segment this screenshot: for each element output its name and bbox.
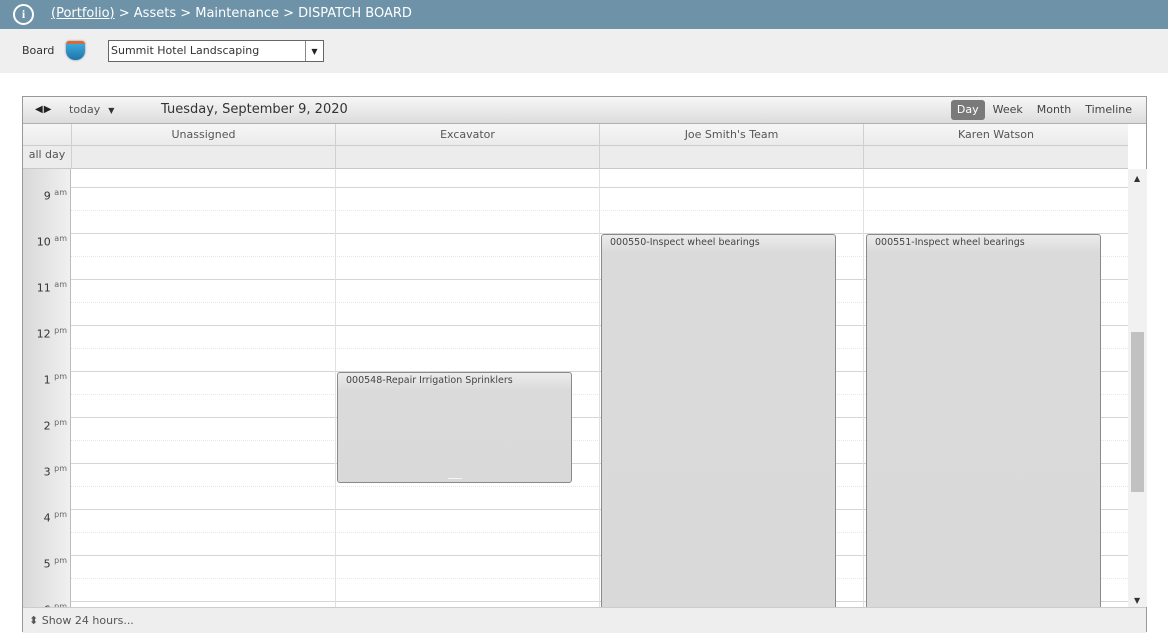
scroll-up-icon[interactable]: ▲ (1134, 174, 1140, 183)
view-day-button[interactable]: Day (950, 100, 985, 120)
caret-down-icon: ▼ (108, 106, 115, 115)
board-row: Board Summit Hotel Landscaping ▼ (0, 29, 1168, 73)
view-switcher: Day Week Month Timeline (949, 100, 1138, 120)
today-button[interactable]: today ▼ (69, 103, 114, 116)
event-000551[interactable]: 000551-Inspect wheel bearings (866, 234, 1101, 607)
view-week-button[interactable]: Week (987, 100, 1029, 120)
chevron-down-icon[interactable]: ▼ (305, 41, 323, 61)
vertical-scrollbar[interactable]: ▲ ▼ (1128, 169, 1147, 607)
nav-arrows: ◀▶ (35, 104, 52, 115)
column-divider (863, 169, 864, 607)
event-000550[interactable]: 000550-Inspect wheel bearings (601, 234, 836, 607)
info-icon[interactable]: i (13, 4, 34, 25)
date-title: Tuesday, September 9, 2020 (161, 102, 348, 117)
event-title: 000550-Inspect wheel bearings (610, 237, 760, 248)
resource-headers: Unassigned Excavator Joe Smith's Team Ka… (23, 124, 1128, 146)
all-day-cell[interactable] (599, 146, 863, 169)
next-arrow-icon[interactable]: ▶ (44, 104, 53, 115)
scrollbar-thumb[interactable] (1131, 332, 1144, 492)
view-timeline-button[interactable]: Timeline (1079, 100, 1138, 120)
board-label: Board (22, 44, 55, 57)
board-select-value: Summit Hotel Landscaping (111, 44, 260, 57)
time-grid[interactable]: 000548-Repair Irrigation Sprinklers 0005… (23, 169, 1128, 607)
dispatch-calendar: ◀▶ today ▼ Tuesday, September 9, 2020 Day… (22, 96, 1147, 633)
resource-header-excavator: Excavator (335, 124, 599, 146)
calendar-toolbar: ◀▶ today ▼ Tuesday, September 9, 2020 Day… (23, 97, 1146, 124)
column-divider (599, 169, 600, 607)
resource-header-karen-watson: Karen Watson (863, 124, 1128, 146)
shield-icon (66, 41, 85, 60)
resize-handle[interactable] (447, 478, 462, 479)
expand-vertical-icon: ⬍ (29, 614, 39, 627)
resource-header-joe-smiths-team: Joe Smith's Team (599, 124, 863, 146)
event-000548[interactable]: 000548-Repair Irrigation Sprinklers (337, 372, 572, 483)
all-day-cell[interactable] (71, 146, 335, 169)
prev-arrow-icon[interactable]: ◀ (35, 104, 44, 115)
today-label: today (69, 103, 101, 116)
calendar-footer: ⬍ Show 24 hours... (23, 607, 1146, 633)
show-24-hours-label: Show 24 hours... (41, 614, 134, 627)
breadcrumb-bar: i (Portfolio) > Assets > Maintenance > D… (0, 0, 1168, 29)
view-month-button[interactable]: Month (1031, 100, 1077, 120)
breadcrumb-portfolio-link[interactable]: (Portfolio) (51, 6, 115, 21)
show-24-hours-link[interactable]: ⬍ Show 24 hours... (29, 614, 134, 627)
column-divider (335, 169, 336, 607)
scroll-down-icon[interactable]: ▼ (1134, 596, 1140, 605)
resource-header-unassigned: Unassigned (71, 124, 335, 146)
board-select[interactable]: Summit Hotel Landscaping ▼ (108, 40, 324, 62)
event-title: 000548-Repair Irrigation Sprinklers (346, 375, 513, 386)
all-day-row: all day (23, 146, 1128, 169)
breadcrumb-path: > Assets > Maintenance > DISPATCH BOARD (114, 6, 412, 21)
event-title: 000551-Inspect wheel bearings (875, 237, 1025, 248)
all-day-cell[interactable] (863, 146, 1128, 169)
all-day-label: all day (28, 148, 66, 161)
all-day-cell[interactable] (335, 146, 599, 169)
breadcrumb: (Portfolio) > Assets > Maintenance > DIS… (51, 6, 412, 21)
